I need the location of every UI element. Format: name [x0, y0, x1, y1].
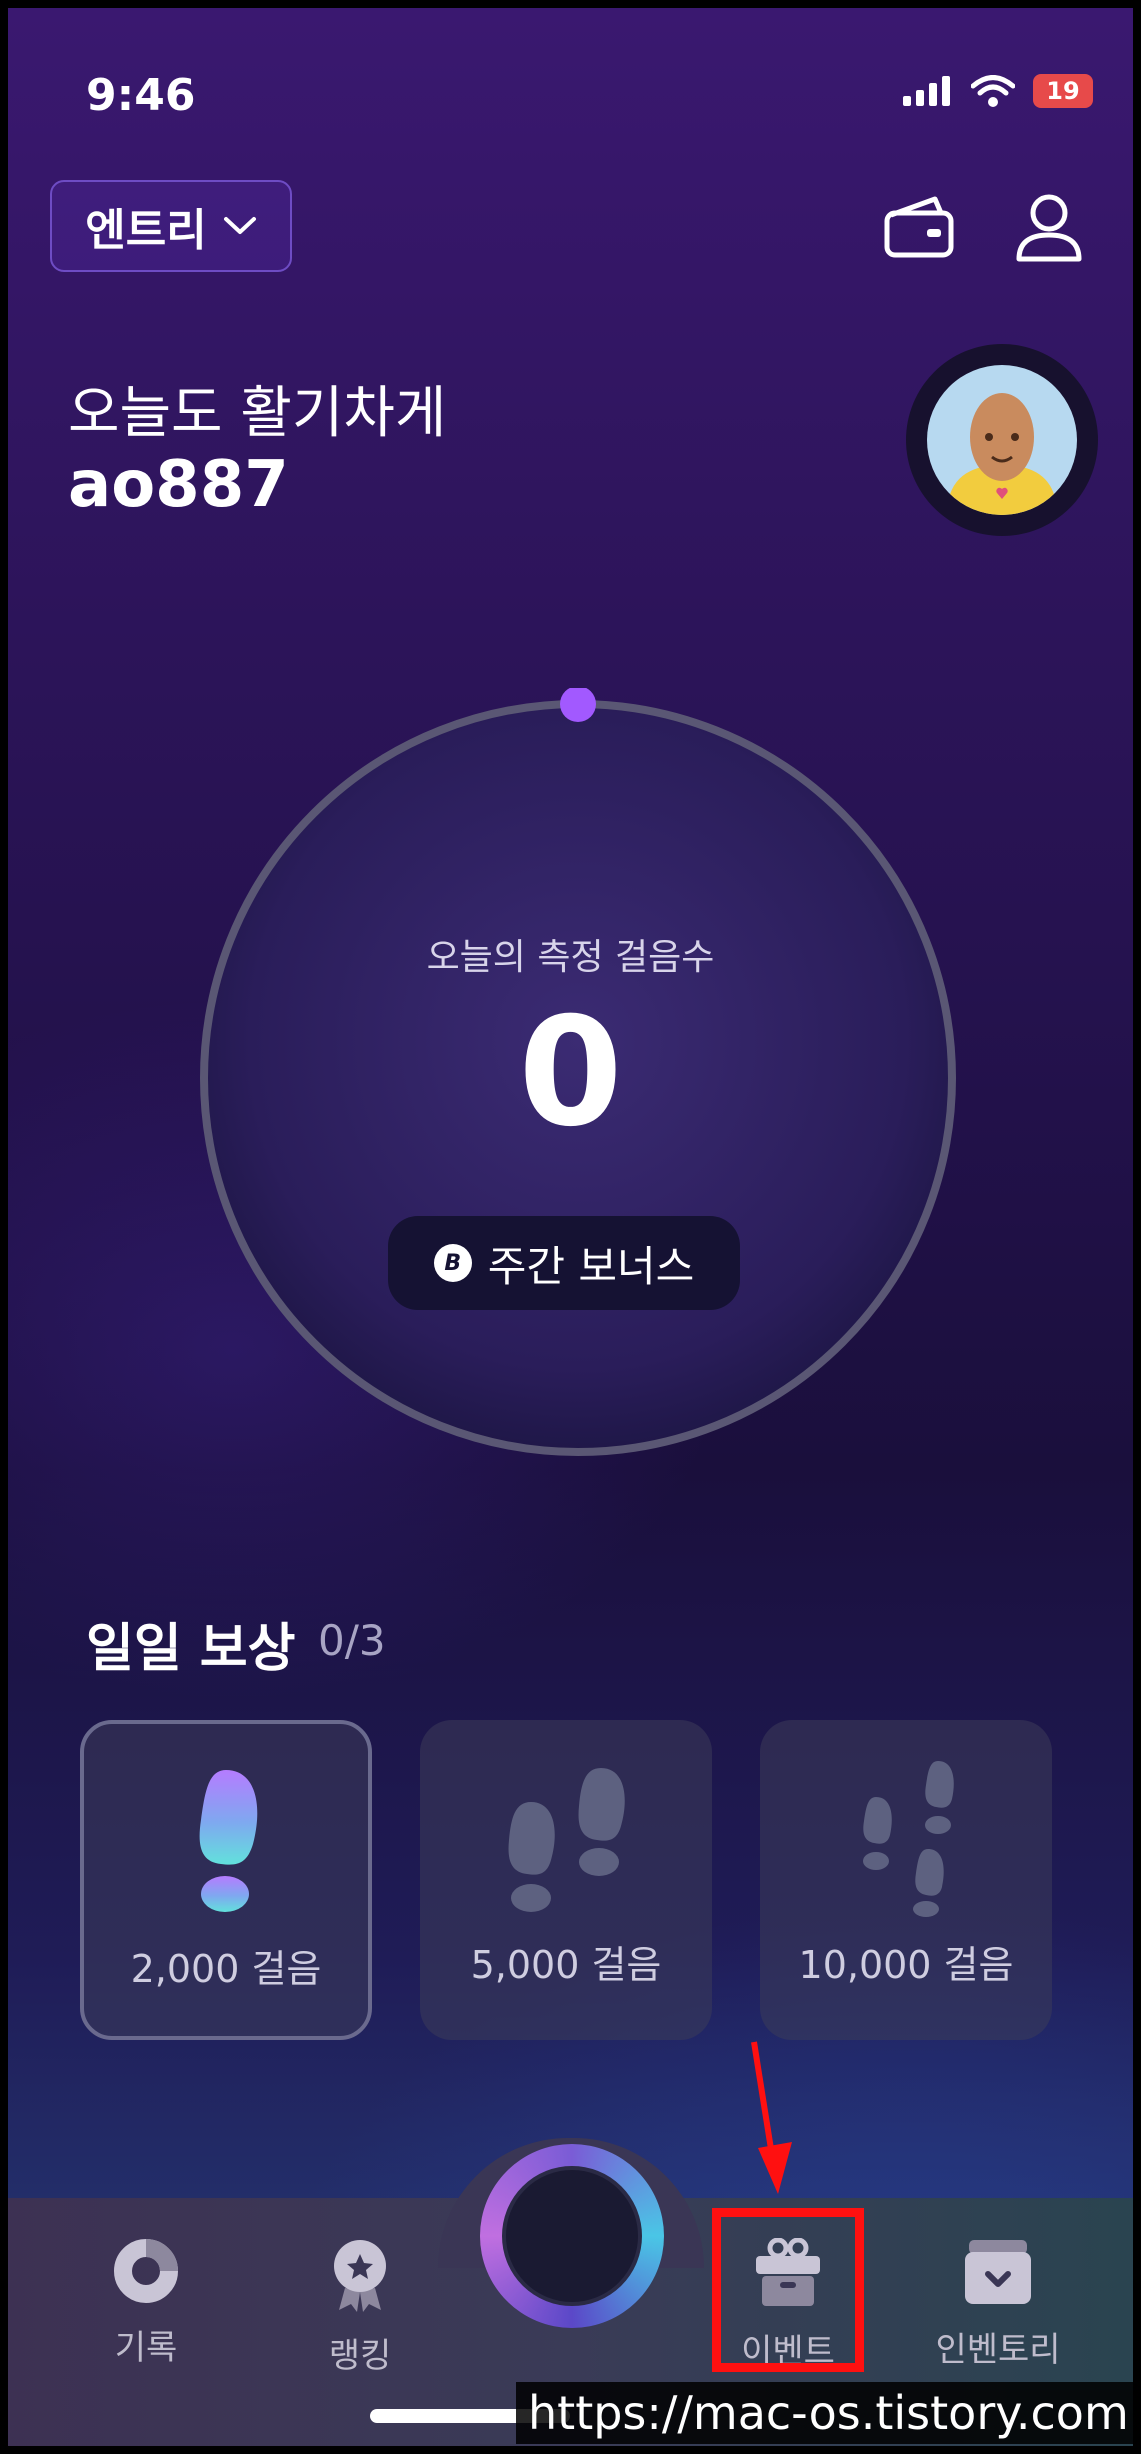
- event-highlight-box: [712, 2208, 864, 2372]
- weekly-bonus-button[interactable]: B 주간 보너스: [388, 1216, 740, 1310]
- weekly-bonus-label: 주간 보너스: [487, 1241, 695, 1291]
- username: ao887: [68, 448, 289, 522]
- wifi-icon: [971, 75, 1015, 107]
- three-footprints-icon: [863, 1761, 954, 1917]
- status-icons: 19: [903, 74, 1093, 108]
- two-footprints-icon: [508, 1768, 625, 1912]
- league-dropdown[interactable]: 엔트리: [50, 180, 292, 272]
- ranking-medal-icon: [334, 2240, 386, 2312]
- record-donut-icon: [114, 2239, 178, 2303]
- profile-icon[interactable]: [1013, 193, 1085, 263]
- nav-ranking[interactable]: 랭킹: [280, 2238, 440, 2377]
- battery-level: 19: [1046, 77, 1080, 105]
- avatar-character-icon: [947, 393, 1057, 515]
- daily-reward-progress: 0/3: [318, 1616, 386, 1665]
- watermark: https://mac-os.tistory.com: [516, 2382, 1133, 2444]
- center-action-button[interactable]: [480, 2144, 664, 2328]
- nav-inventory[interactable]: 인벤토리: [918, 2238, 1078, 2371]
- bonus-coin-icon: B: [433, 1244, 472, 1282]
- chevron-down-icon: [223, 217, 256, 234]
- reward-card-5000[interactable]: 5,000 걸음: [420, 1720, 712, 2040]
- league-label: 엔트리: [85, 205, 207, 256]
- status-time: 9:46: [86, 70, 196, 121]
- inventory-box-icon: [965, 2240, 1031, 2304]
- reward-label: 10,000 걸음: [798, 1943, 1014, 1987]
- reward-label: 2,000 걸음: [130, 1947, 322, 1991]
- annotation-arrow-icon: [751, 2041, 792, 2194]
- nav-ranking-label: 랭킹: [328, 2336, 392, 2376]
- step-count: 0: [518, 986, 623, 1160]
- nav-inventory-label: 인벤토리: [935, 2330, 1061, 2370]
- single-footprint-icon: [199, 1770, 258, 1912]
- daily-reward-title: 일일 보상: [86, 1619, 296, 1679]
- battery-indicator: 19: [1033, 74, 1093, 108]
- nav-record[interactable]: 기록: [66, 2238, 226, 2369]
- nav-record-label: 기록: [114, 2328, 178, 2368]
- avatar: [927, 365, 1077, 515]
- reward-card-10000[interactable]: 10,000 걸음: [760, 1720, 1052, 2040]
- avatar-button[interactable]: [906, 344, 1098, 536]
- reward-label: 5,000 걸음: [470, 1943, 662, 1987]
- step-label: 오늘의 측정 걸음수: [426, 937, 715, 978]
- wallet-icon[interactable]: [883, 193, 955, 259]
- center-action-inner: [502, 2166, 642, 2306]
- greeting-text: 오늘도 활기차게: [68, 381, 447, 446]
- signal-icon: [903, 76, 950, 106]
- app-screen: 9:46 19 엔트리 오늘도 활기차게 ao887 오늘의 측정 걸음수 0 …: [8, 8, 1133, 2446]
- reward-card-2000[interactable]: 2,000 걸음: [80, 1720, 372, 2040]
